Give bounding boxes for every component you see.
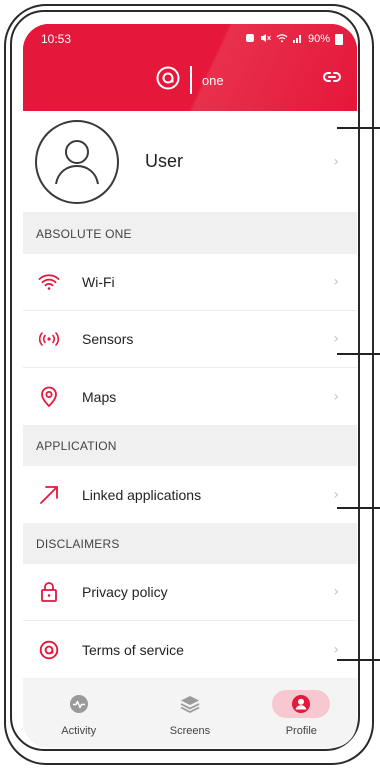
- nav-label: Activity: [61, 724, 97, 737]
- list-item-label: Privacy policy: [82, 584, 168, 600]
- annotation-pointer-line: [337, 507, 380, 509]
- brand-bar: one: [23, 54, 357, 106]
- nav-screens[interactable]: Screens: [145, 690, 235, 737]
- section-header-disclaimers: DISCLAIMERS: [23, 523, 357, 564]
- app-screen: 10:53 90% one User › ABSOLUTE ONE Wi-Fi …: [23, 24, 357, 748]
- user-name: User: [145, 151, 184, 171]
- chevron-right-icon: ›: [333, 274, 339, 290]
- annotation-pointer-line: [337, 353, 380, 355]
- list-item-label: Sensors: [82, 331, 134, 347]
- battery-percent: 90%: [307, 33, 330, 45]
- activity-icon: [50, 690, 108, 718]
- list-item-label: Maps: [82, 388, 117, 405]
- avatar: [35, 119, 119, 204]
- brand-a-logo-icon: [156, 66, 180, 95]
- list-item-maps[interactable]: Maps ›: [23, 368, 357, 425]
- chevron-right-icon: ›: [333, 153, 339, 170]
- section-header-absolute-one: ABSOLUTE ONE: [23, 213, 357, 254]
- list-item-label: Linked applications: [82, 486, 202, 503]
- chevron-right-icon: ›: [333, 388, 339, 405]
- annotation-pointer-line: [337, 659, 380, 661]
- nav-label: Profile: [285, 724, 317, 737]
- person-icon: [272, 689, 331, 718]
- avatar-placeholder-icon: [55, 139, 99, 184]
- status-time: 10:53: [41, 32, 72, 46]
- list-item-terms-of-service[interactable]: Terms of service ›: [23, 621, 357, 678]
- sensors-icon: [36, 326, 62, 352]
- nav-label: Screens: [169, 724, 211, 737]
- status-icons: 90%: [245, 33, 343, 46]
- brand-divider: [190, 66, 192, 94]
- list-item-privacy-policy[interactable]: Privacy policy ›: [23, 564, 357, 621]
- layers-icon: [161, 690, 219, 718]
- brand-logo: one: [156, 66, 224, 95]
- list-item-wifi[interactable]: Wi-Fi ›: [23, 254, 357, 311]
- arrow-up-right-icon: [36, 482, 62, 508]
- chevron-right-icon: ›: [333, 584, 339, 600]
- nav-activity[interactable]: Activity: [34, 690, 124, 737]
- user-profile-row[interactable]: User ›: [23, 111, 357, 213]
- nav-profile[interactable]: Profile: [256, 689, 346, 737]
- list-item-label: Wi-Fi: [82, 274, 115, 290]
- list-item-label: Terms of service: [82, 641, 184, 658]
- lock-icon: [36, 579, 62, 605]
- section-header-application: APPLICATION: [23, 425, 357, 466]
- app-header: 10:53 90% one: [23, 24, 357, 111]
- chevron-right-icon: ›: [333, 486, 339, 503]
- brand-text: one: [201, 72, 224, 88]
- list-item-sensors[interactable]: Sensors ›: [23, 311, 357, 368]
- signal-icon: [292, 33, 303, 46]
- mute-icon: [260, 33, 271, 46]
- link-icon: [323, 70, 341, 88]
- map-pin-icon: [36, 384, 62, 410]
- brand-a-icon: [36, 637, 62, 663]
- annotation-pointer-line: [337, 127, 380, 129]
- bottom-navigation: Activity Screens Profile: [23, 678, 357, 748]
- wifi-status-icon: [276, 33, 288, 46]
- link-button[interactable]: [321, 68, 343, 90]
- chevron-right-icon: ›: [333, 641, 339, 658]
- notification-icon: [245, 33, 255, 46]
- chevron-right-icon: ›: [333, 331, 339, 347]
- list-item-linked-applications[interactable]: Linked applications ›: [23, 466, 357, 523]
- wifi-icon: [36, 269, 62, 295]
- battery-icon: [335, 33, 343, 45]
- status-bar: 10:53 90%: [23, 24, 357, 54]
